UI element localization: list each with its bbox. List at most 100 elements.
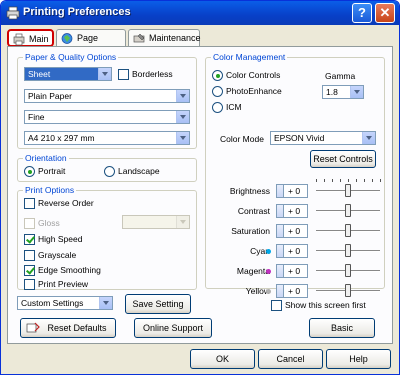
adjustment-slider[interactable] (316, 244, 380, 258)
adjustment-spinbox[interactable]: + 0 (276, 204, 308, 218)
tab-main[interactable]: Main (7, 29, 54, 47)
print-options-group-label: Print Options (23, 185, 77, 195)
chevron-down-icon (176, 90, 189, 102)
tab-page-layout[interactable]: Page Layout (56, 29, 126, 59)
borderless-label: Borderless (132, 69, 173, 79)
adjustment-spinbox[interactable]: + 0 (276, 224, 308, 238)
title-bar: Printing Preferences ? ✕ (1, 1, 399, 25)
landscape-label: Landscape (118, 166, 160, 176)
adjustment-spinbox[interactable]: + 0 (276, 284, 308, 298)
checkbox-box (271, 300, 282, 311)
paper-quality-group-label: Paper & Quality Options (23, 52, 119, 62)
page-layout-icon (61, 33, 73, 44)
borderless-checkbox[interactable]: Borderless (118, 69, 173, 80)
spin-arrows-icon[interactable] (276, 244, 284, 258)
adjustment-label: Saturation (231, 226, 270, 236)
main-tab-panel: Paper & Quality Options Sheet Borderless… (7, 46, 393, 344)
adjustment-label: Cyan (250, 246, 270, 256)
adjustment-value: + 0 (288, 186, 301, 196)
color-mode-value: EPSON Vivid (274, 133, 325, 143)
close-button[interactable]: ✕ (375, 3, 395, 23)
spin-arrows-icon[interactable] (276, 184, 284, 198)
tab-maintenance-label: Maintenance (149, 33, 201, 43)
adjustment-slider[interactable] (316, 224, 380, 238)
gloss-checkbox[interactable]: Gloss (24, 218, 60, 229)
high-speed-checkbox[interactable]: High Speed (24, 234, 82, 245)
landscape-radio[interactable]: Landscape (104, 166, 160, 177)
chevron-down-icon (362, 132, 375, 144)
paper-size-select[interactable]: A4 210 x 297 mm (24, 131, 190, 145)
color-mode-select[interactable]: EPSON Vivid (270, 131, 376, 145)
slider-thumb[interactable] (345, 204, 351, 217)
tab-maintenance[interactable]: Maintenance (128, 29, 201, 47)
print-options-group: Print Options Reverse Order Gloss High S… (17, 185, 197, 290)
adjustment-spinbox[interactable]: + 0 (276, 244, 308, 258)
paper-quality-group: Paper & Quality Options Sheet Borderless… (17, 52, 197, 149)
spin-arrows-icon[interactable] (276, 224, 284, 238)
spin-arrows-icon[interactable] (276, 284, 284, 298)
show-screen-first-checkbox[interactable]: Show this screen first (271, 300, 366, 311)
paper-type-select[interactable]: Plain Paper (24, 89, 190, 103)
chevron-down-icon (98, 68, 111, 80)
photoenhance-label: PhotoEnhance (226, 86, 282, 96)
orientation-group-label: Orientation (23, 153, 69, 163)
help-title-button[interactable]: ? (352, 3, 372, 23)
slider-thumb[interactable] (345, 284, 351, 297)
gamma-value: 1.8 (326, 87, 338, 97)
color-management-group: Color Management Color Controls PhotoEnh… (205, 52, 385, 298)
icm-radio[interactable]: ICM (212, 102, 242, 113)
checkbox-box (24, 218, 35, 229)
checkbox-box (24, 250, 35, 261)
chevron-down-icon (350, 86, 363, 98)
save-setting-button[interactable]: Save Setting (125, 294, 191, 314)
show-screen-first-label: Show this screen first (285, 300, 366, 310)
online-support-button[interactable]: Online Support (134, 318, 212, 338)
adjustment-value: + 0 (288, 246, 301, 256)
adjustment-slider[interactable] (316, 179, 381, 198)
adjustment-slider[interactable] (316, 284, 380, 298)
portrait-label: Portrait (38, 166, 66, 176)
ok-button[interactable]: OK (190, 349, 255, 369)
reset-controls-button[interactable]: Reset Controls (310, 150, 376, 168)
quality-select[interactable]: Fine (24, 110, 190, 124)
slider-thumb[interactable] (345, 224, 351, 237)
color-swatch-icon (266, 289, 271, 294)
adjustment-spinbox[interactable]: + 0 (276, 184, 308, 198)
high-speed-label: High Speed (38, 234, 83, 244)
spin-arrows-icon[interactable] (276, 204, 284, 218)
gloss-label: Gloss (38, 218, 60, 228)
adjustment-slider[interactable] (316, 264, 380, 278)
grayscale-checkbox[interactable]: Grayscale (24, 250, 76, 261)
cancel-button[interactable]: Cancel (258, 349, 323, 369)
slider-tick (340, 179, 341, 182)
adjustment-slider[interactable] (316, 204, 380, 218)
adjustment-spinbox[interactable]: + 0 (276, 264, 308, 278)
print-preview-checkbox[interactable]: Print Preview (24, 279, 88, 290)
slider-thumb[interactable] (345, 264, 351, 277)
basic-button[interactable]: Basic (309, 318, 375, 338)
adjustment-label: Contrast (237, 206, 270, 216)
paper-source-select[interactable]: Sheet (24, 67, 112, 81)
radio-dot (24, 166, 35, 177)
printer-app-icon (6, 6, 20, 20)
gamma-select[interactable]: 1.8 (322, 85, 364, 99)
chevron-down-icon (176, 216, 189, 228)
edge-smoothing-checkbox[interactable]: Edge Smoothing (24, 265, 101, 276)
spin-arrows-icon[interactable] (276, 264, 284, 278)
custom-settings-select[interactable]: Custom Settings (17, 296, 113, 310)
slider-thumb[interactable] (345, 184, 351, 197)
reset-defaults-button[interactable]: Reset Defaults (20, 318, 116, 338)
slider-thumb[interactable] (345, 244, 351, 257)
print-preview-label: Print Preview (38, 279, 89, 289)
color-controls-label: Color Controls (226, 70, 281, 80)
help-button[interactable]: Help (326, 349, 391, 369)
gloss-select[interactable] (122, 215, 190, 229)
portrait-radio[interactable]: Portrait (24, 166, 65, 177)
adjustment-label: Magenta (236, 266, 270, 276)
reverse-order-checkbox[interactable]: Reverse Order (24, 198, 94, 209)
radio-dot (212, 102, 223, 113)
slider-tick (364, 179, 365, 182)
color-controls-radio[interactable]: Color Controls (212, 70, 280, 81)
color-swatch-icon (266, 269, 271, 274)
photoenhance-radio[interactable]: PhotoEnhance (212, 86, 282, 97)
